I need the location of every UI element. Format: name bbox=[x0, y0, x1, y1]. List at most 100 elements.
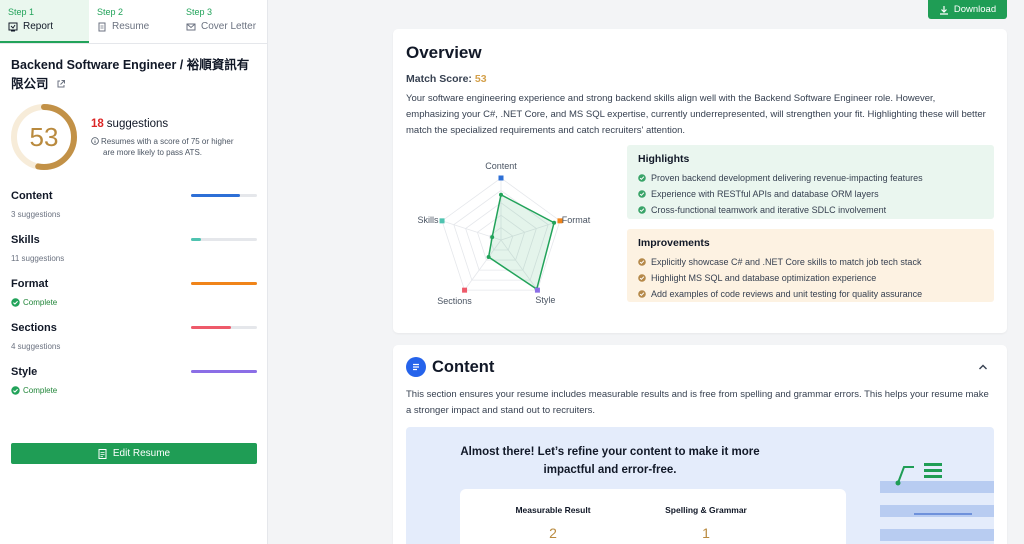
download-icon bbox=[939, 5, 948, 15]
mail-icon bbox=[186, 23, 196, 30]
radar-axis-label: Format bbox=[562, 215, 591, 225]
list-item-text: Cross-functional teamwork and iterative … bbox=[651, 205, 887, 215]
radar-point bbox=[552, 220, 557, 225]
score-value: 53 bbox=[29, 121, 59, 152]
category-status: Complete bbox=[11, 386, 257, 395]
ats-note-line1: Resumes with a score of 75 or higher bbox=[101, 137, 234, 146]
external-link-icon[interactable] bbox=[56, 79, 66, 89]
check-circle-icon bbox=[11, 298, 20, 307]
radar-axis-label: Style bbox=[535, 295, 555, 305]
ats-note: Resumes with a score of 75 or higher are… bbox=[91, 136, 256, 158]
list-item-text: Proven backend development delivering re… bbox=[651, 173, 923, 183]
radar-point bbox=[499, 192, 503, 197]
overview-description: Your software engineering experience and… bbox=[406, 93, 986, 136]
improvements-title: Improvements bbox=[638, 237, 710, 249]
tab-report[interactable]: Step 1 Report bbox=[0, 0, 89, 43]
check-circle-icon bbox=[11, 386, 20, 395]
suggestion-count: 18 suggestions bbox=[91, 118, 168, 130]
category-style[interactable]: Style Complete bbox=[11, 366, 257, 395]
category-status: Complete bbox=[11, 298, 257, 307]
metric-measurable-result[interactable]: Measurable Result 2 bbox=[493, 505, 613, 541]
suggestion-label: suggestions bbox=[106, 118, 169, 130]
radar-axis-label: Content bbox=[485, 161, 517, 171]
category-format[interactable]: Format Complete bbox=[11, 278, 257, 307]
category-status: 3 suggestions bbox=[11, 210, 257, 219]
step-label: Resume bbox=[112, 21, 150, 32]
metric-value: 1 bbox=[702, 525, 710, 541]
improvements-panel: Improvements Explicitly showcase C# and … bbox=[627, 229, 994, 302]
radar-axis-marker bbox=[462, 287, 468, 293]
tab-resume[interactable]: Step 2 Resume bbox=[89, 0, 178, 43]
step-tabs: Step 1 Report Step 2 Resume Step 3 Cover… bbox=[0, 0, 267, 44]
category-status-text: 4 suggestions bbox=[11, 342, 61, 351]
list-item-text: Experience with RESTful APIs and databas… bbox=[651, 189, 879, 199]
list-item-text: Highlight MS SQL and database optimizati… bbox=[651, 273, 877, 283]
category-sections[interactable]: Sections 4 suggestions bbox=[11, 322, 257, 351]
category-progress-bar bbox=[191, 282, 257, 285]
category-content[interactable]: Content 3 suggestions bbox=[11, 190, 257, 219]
category-status-text: 11 suggestions bbox=[11, 254, 65, 263]
content-header: Content bbox=[406, 357, 494, 377]
metrics-card: Measurable Result 2 Spelling & Grammar 1 bbox=[460, 489, 846, 544]
step-number: Step 3 bbox=[186, 7, 213, 17]
category-skills[interactable]: Skills 11 suggestions bbox=[11, 234, 257, 263]
category-status-text: 3 suggestions bbox=[11, 210, 61, 219]
step-number: Step 1 bbox=[8, 7, 35, 17]
match-score-label: Match Score: bbox=[406, 73, 472, 85]
metric-spelling-grammar[interactable]: Spelling & Grammar 1 bbox=[646, 505, 766, 541]
job-title: Backend Software Engineer / 裕順資訊有限公司 bbox=[11, 56, 261, 94]
content-promo-banner: Almost there! Let’s refine your content … bbox=[406, 427, 994, 544]
radar-axis-label: Sections bbox=[437, 296, 472, 306]
category-progress-bar bbox=[191, 238, 257, 241]
metric-value: 2 bbox=[549, 525, 557, 541]
check-circle-icon bbox=[638, 190, 646, 198]
document-illustration-icon bbox=[880, 463, 994, 541]
download-button[interactable]: Download bbox=[928, 0, 1007, 19]
check-circle-icon bbox=[638, 290, 646, 298]
category-progress-bar bbox=[191, 326, 257, 329]
overview-card: Overview Match Score: 53 Your software e… bbox=[393, 29, 1007, 333]
category-progress-fill bbox=[191, 194, 240, 197]
info-icon bbox=[91, 137, 99, 145]
list-item: Proven backend development delivering re… bbox=[638, 170, 983, 186]
category-status: 4 suggestions bbox=[11, 342, 257, 351]
category-status-text: Complete bbox=[23, 386, 58, 395]
content-card: Content This section ensures your resume… bbox=[393, 345, 1007, 544]
metric-label: Measurable Result bbox=[515, 505, 591, 515]
match-score: Match Score: 53 bbox=[406, 73, 487, 85]
list-item: Highlight MS SQL and database optimizati… bbox=[638, 270, 983, 286]
check-circle-icon bbox=[638, 174, 646, 182]
suggestion-number: 18 bbox=[91, 118, 104, 130]
list-item: Explicitly showcase C# and .NET Core ski… bbox=[638, 254, 983, 270]
list-item-text: Explicitly showcase C# and .NET Core ski… bbox=[651, 257, 922, 267]
check-circle-icon bbox=[638, 258, 646, 266]
ats-note-line2: are more likely to pass ATS. bbox=[103, 148, 202, 157]
list-item-text: Add examples of code reviews and unit te… bbox=[651, 289, 923, 299]
radar-axis-marker bbox=[439, 218, 445, 224]
match-score-value: 53 bbox=[474, 73, 487, 85]
step-number: Step 2 bbox=[97, 7, 124, 17]
radar-point bbox=[486, 255, 491, 260]
tab-cover-letter[interactable]: Step 3 Cover Letter bbox=[178, 0, 267, 43]
category-status-text: Complete bbox=[23, 298, 58, 307]
promo-title: Almost there! Let’s refine your content … bbox=[460, 446, 760, 476]
check-circle-icon bbox=[638, 206, 646, 214]
edit-resume-label: Edit Resume bbox=[112, 448, 171, 459]
step-label: Cover Letter bbox=[201, 21, 257, 32]
category-progress-fill bbox=[191, 282, 257, 285]
highlights-panel: Highlights Proven backend development de… bbox=[627, 145, 994, 219]
category-progress-bar bbox=[191, 370, 257, 373]
overview-title: Overview bbox=[406, 43, 482, 62]
list-item: Cross-functional teamwork and iterative … bbox=[638, 202, 983, 218]
radar-chart: Content Format Style Sections Skills bbox=[418, 161, 591, 306]
content-icon bbox=[406, 357, 426, 377]
category-progress-fill bbox=[191, 370, 257, 373]
metric-label: Spelling & Grammar bbox=[665, 505, 747, 515]
chevron-up-icon[interactable] bbox=[977, 361, 989, 373]
step-label: Report bbox=[23, 21, 54, 32]
highlights-title: Highlights bbox=[638, 153, 690, 165]
category-progress-bar bbox=[191, 194, 257, 197]
document-icon bbox=[98, 448, 107, 459]
category-status: 11 suggestions bbox=[11, 254, 257, 263]
edit-resume-button[interactable]: Edit Resume bbox=[11, 443, 257, 464]
